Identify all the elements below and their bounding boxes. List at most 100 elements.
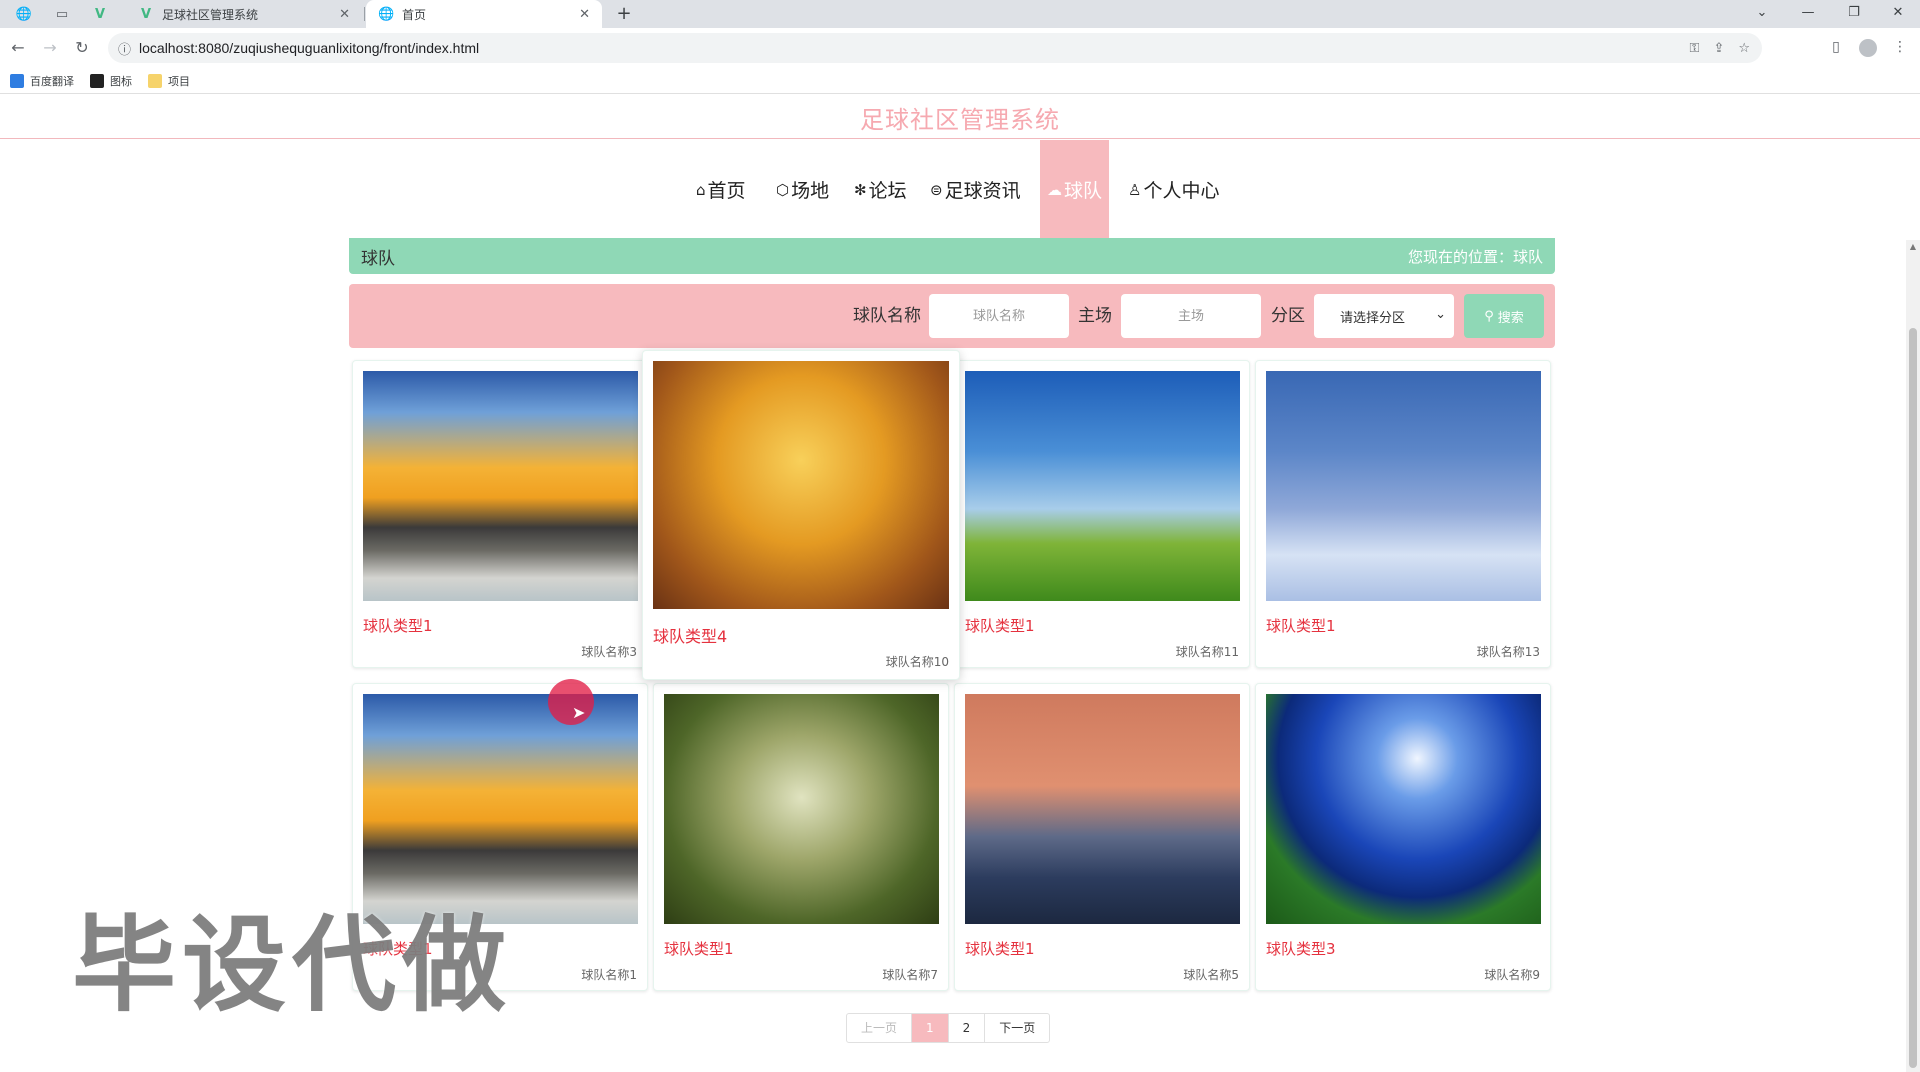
team-icon: ☁ bbox=[1046, 180, 1062, 199]
browser-toolbar: ← → ↻ ⓘ localhost:8080/zuqiushequguanlix… bbox=[0, 28, 1920, 68]
cursor-icon: ➤ bbox=[572, 703, 586, 722]
team-card[interactable]: 球队类型4 球队名称10 bbox=[642, 350, 960, 680]
nav-news[interactable]: ⊜ 足球资讯 bbox=[930, 140, 1021, 239]
vue-icon[interactable]: V bbox=[84, 3, 116, 25]
info-icon[interactable]: ⓘ bbox=[118, 39, 131, 58]
minimize-icon[interactable]: — bbox=[1786, 0, 1830, 28]
close-icon[interactable]: ✕ bbox=[579, 7, 590, 22]
pagination: 上一页 1 2 下一页 bbox=[846, 1013, 1051, 1043]
team-name: 球队名称10 bbox=[885, 655, 949, 669]
prev-page-button[interactable]: 上一页 bbox=[847, 1014, 913, 1042]
site-header: 足球社区管理系统 bbox=[0, 96, 1920, 139]
team-image[interactable] bbox=[1266, 371, 1541, 601]
tab-separator bbox=[364, 7, 365, 21]
venue-icon: ⬡ bbox=[776, 180, 790, 199]
filter-bar: 球队名称 主场 分区 请选择分区 ⌄ ⚲ 搜索 bbox=[349, 284, 1555, 348]
current-position: 您现在的位置：球队 bbox=[1407, 247, 1543, 266]
globe-icon[interactable]: 🌐 bbox=[8, 3, 40, 25]
pinned-tab-icon[interactable]: ▭ bbox=[46, 3, 78, 25]
watermark: 毕设代做 bbox=[72, 904, 513, 1026]
page-title: 球队 bbox=[361, 248, 395, 269]
team-card[interactable]: 球队类型3 球队名称9 bbox=[1255, 683, 1551, 991]
key-icon[interactable]: ⚿ bbox=[1690, 41, 1700, 56]
nav-label: 球队 bbox=[1063, 180, 1102, 202]
translate-icon bbox=[10, 73, 24, 88]
bookmark-projects[interactable]: 项目 bbox=[148, 73, 190, 89]
forward-icon[interactable]: → bbox=[38, 36, 62, 60]
forum-icon: ✻ bbox=[854, 180, 867, 199]
nav-forum[interactable]: ✻ 论坛 bbox=[854, 140, 907, 239]
breadcrumb: 球队 您现在的位置：球队 bbox=[349, 238, 1555, 274]
team-name: 球队名称11 bbox=[1175, 645, 1239, 659]
team-type: 球队类型1 bbox=[1266, 617, 1336, 635]
new-tab-button[interactable]: + bbox=[612, 2, 636, 26]
nav-label: 足球资讯 bbox=[944, 180, 1021, 202]
team-type: 球队类型4 bbox=[653, 627, 728, 646]
team-card[interactable]: 球队类型1 球队名称7 bbox=[653, 683, 949, 991]
main-nav: ⌂ 首页 ⬡ 场地 ✻ 论坛 ⊜ 足球资讯 ☁ 球队 ♙ 个人中心 bbox=[0, 140, 1920, 239]
team-type: 球队类型3 bbox=[1266, 940, 1336, 958]
cursor-highlight bbox=[548, 679, 594, 725]
team-name: 球队名称5 bbox=[1183, 968, 1239, 982]
avatar bbox=[1859, 39, 1877, 57]
team-image[interactable] bbox=[965, 371, 1240, 601]
team-card[interactable]: 球队类型1 球队名称3 bbox=[352, 360, 648, 668]
tab-search-icon[interactable]: ⌄ bbox=[1740, 0, 1784, 28]
address-bar[interactable]: ⓘ localhost:8080/zuqiushequguanlixitong/… bbox=[108, 33, 1762, 63]
close-icon[interactable]: ✕ bbox=[339, 7, 350, 22]
nav-venue[interactable]: ⬡ 场地 bbox=[776, 140, 829, 239]
team-name: 球队名称9 bbox=[1484, 968, 1540, 982]
team-image[interactable] bbox=[653, 361, 949, 609]
reload-icon[interactable]: ↻ bbox=[70, 36, 94, 60]
nav-label: 个人中心 bbox=[1143, 180, 1220, 202]
team-card[interactable]: 球队类型1 球队名称5 bbox=[954, 683, 1250, 991]
share-icon[interactable]: ⇪ bbox=[1713, 41, 1724, 56]
back-icon[interactable]: ← bbox=[6, 36, 30, 60]
home-input[interactable] bbox=[1121, 294, 1261, 338]
home-label: 主场 bbox=[1078, 306, 1112, 326]
chevron-down-icon: ⌄ bbox=[1435, 307, 1446, 322]
scrollbar[interactable]: ▲ bbox=[1906, 240, 1920, 1072]
division-label: 分区 bbox=[1271, 306, 1305, 326]
team-name-input[interactable] bbox=[929, 294, 1069, 338]
page-button-2[interactable]: 2 bbox=[949, 1014, 986, 1042]
division-select-value: 请选择分区 bbox=[1340, 310, 1406, 326]
bookmark-icons[interactable]: 图标 bbox=[90, 73, 132, 89]
page-button-1[interactable]: 1 bbox=[912, 1014, 949, 1042]
restore-icon[interactable]: ❐ bbox=[1832, 0, 1876, 28]
nav-home[interactable]: ⌂ 首页 bbox=[696, 140, 746, 239]
vue-icon: V bbox=[140, 6, 152, 22]
scroll-thumb[interactable] bbox=[1909, 328, 1917, 1068]
team-image[interactable] bbox=[965, 694, 1240, 924]
team-image[interactable] bbox=[1266, 694, 1541, 924]
team-card[interactable]: 球队类型1 球队名称13 bbox=[1255, 360, 1551, 668]
side-panel-icon[interactable]: ▯ bbox=[1826, 39, 1846, 55]
team-image[interactable] bbox=[664, 694, 939, 924]
division-select[interactable]: 请选择分区 ⌄ bbox=[1314, 294, 1454, 338]
close-window-icon[interactable]: ✕ bbox=[1876, 0, 1920, 28]
bookmark-label: 图标 bbox=[110, 74, 132, 88]
news-icon: ⊜ bbox=[930, 180, 943, 199]
nav-profile[interactable]: ♙ 个人中心 bbox=[1128, 140, 1219, 239]
nav-team[interactable]: ☁ 球队 bbox=[1040, 140, 1109, 239]
star-icon[interactable]: ☆ bbox=[1738, 41, 1750, 56]
team-name: 球队名称3 bbox=[581, 645, 637, 659]
menu-icon[interactable]: ⋮ bbox=[1890, 39, 1910, 55]
search-icon: ⚲ bbox=[1484, 308, 1494, 324]
home-icon: ⌂ bbox=[696, 180, 706, 199]
folder-icon bbox=[148, 73, 162, 88]
tab-admin[interactable]: V 足球社区管理系统 ✕ bbox=[126, 0, 362, 28]
url-text[interactable]: localhost:8080/zuqiushequguanlixitong/fr… bbox=[139, 40, 479, 56]
scroll-up-icon[interactable]: ▲ bbox=[1906, 242, 1920, 251]
search-button-label: 搜索 bbox=[1497, 310, 1524, 326]
next-page-button[interactable]: 下一页 bbox=[985, 1014, 1049, 1042]
team-image[interactable] bbox=[363, 371, 638, 601]
tab-home[interactable]: 🌐 首页 ✕ bbox=[366, 0, 602, 28]
nav-label: 首页 bbox=[707, 180, 746, 202]
profile-icon[interactable] bbox=[1858, 39, 1878, 61]
tab-title: 首页 bbox=[402, 7, 427, 22]
search-button[interactable]: ⚲ 搜索 bbox=[1464, 294, 1544, 338]
team-name-label: 球队名称 bbox=[853, 306, 921, 326]
bookmark-baidu-translate[interactable]: 百度翻译 bbox=[10, 73, 74, 89]
team-card[interactable]: 球队类型1 球队名称11 bbox=[954, 360, 1250, 668]
